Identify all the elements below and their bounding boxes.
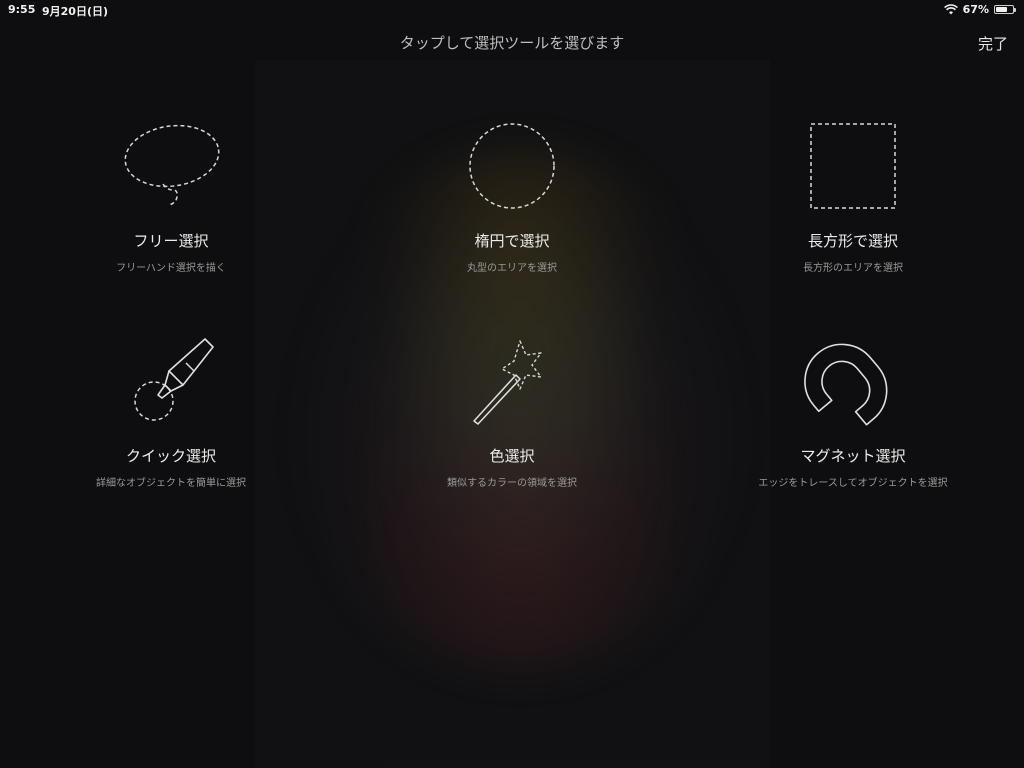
- tool-description: エッジをトレースしてオブジェクトを選択: [758, 478, 948, 489]
- lasso-icon: [124, 124, 220, 206]
- magnet-icon: [804, 343, 888, 426]
- magic-wand-icon: [473, 340, 542, 425]
- status-time: 9:55: [8, 3, 36, 16]
- tool-ellipse-select[interactable]: 楕円で選択 丸型のエリアを選択: [392, 118, 632, 274]
- tool-color-select[interactable]: 色選択 類似するカラーの領域を選択: [392, 333, 632, 489]
- tool-label: マグネット選択: [800, 447, 906, 465]
- tool-description: フリーハンド選択を描く: [116, 263, 226, 274]
- tool-quick-select[interactable]: クイック選択 詳細なオブジェクトを簡単に選択: [51, 333, 291, 489]
- tool-rectangle-select[interactable]: 長方形で選択 長方形のエリアを選択: [733, 118, 973, 274]
- tool-description: 丸型のエリアを選択: [467, 263, 557, 274]
- status-right-group: 67%: [943, 3, 1016, 16]
- quick-select-marker-icon: [134, 338, 214, 421]
- tool-freehand-select[interactable]: フリー選択 フリーハンド選択を描く: [51, 118, 291, 274]
- selection-tool-screen: 9:55 9月20日(日) 67% タップして選択ツールを選びます 完了 フリー…: [0, 0, 1024, 768]
- wifi-icon: [943, 4, 958, 15]
- header-title: タップして選択ツールを選びます: [399, 34, 625, 52]
- tool-label: 楕円で選択: [474, 232, 550, 250]
- status-date: 9月20日(日): [42, 5, 109, 18]
- tool-magnet-select[interactable]: マグネット選択 エッジをトレースしてオブジェクトを選択: [733, 333, 973, 489]
- tool-description: 類似するカラーの領域を選択: [447, 478, 577, 489]
- done-button[interactable]: 完了: [978, 33, 1008, 54]
- battery-percent: 67%: [962, 3, 989, 16]
- battery-fill: [996, 7, 1007, 12]
- status-bar: 9:55 9月20日(日) 67%: [0, 0, 1024, 20]
- rectangle-select-icon: [810, 123, 896, 209]
- ellipse-select-icon: [469, 123, 555, 209]
- tool-label: クイック選択: [125, 447, 216, 465]
- tool-label: フリー選択: [133, 232, 209, 250]
- tool-description: 詳細なオブジェクトを簡単に選択: [96, 478, 246, 489]
- tool-description: 長方形のエリアを選択: [803, 263, 903, 274]
- battery-icon: [994, 5, 1016, 14]
- tool-label: 長方形で選択: [807, 232, 898, 250]
- tool-label: 色選択: [489, 447, 535, 465]
